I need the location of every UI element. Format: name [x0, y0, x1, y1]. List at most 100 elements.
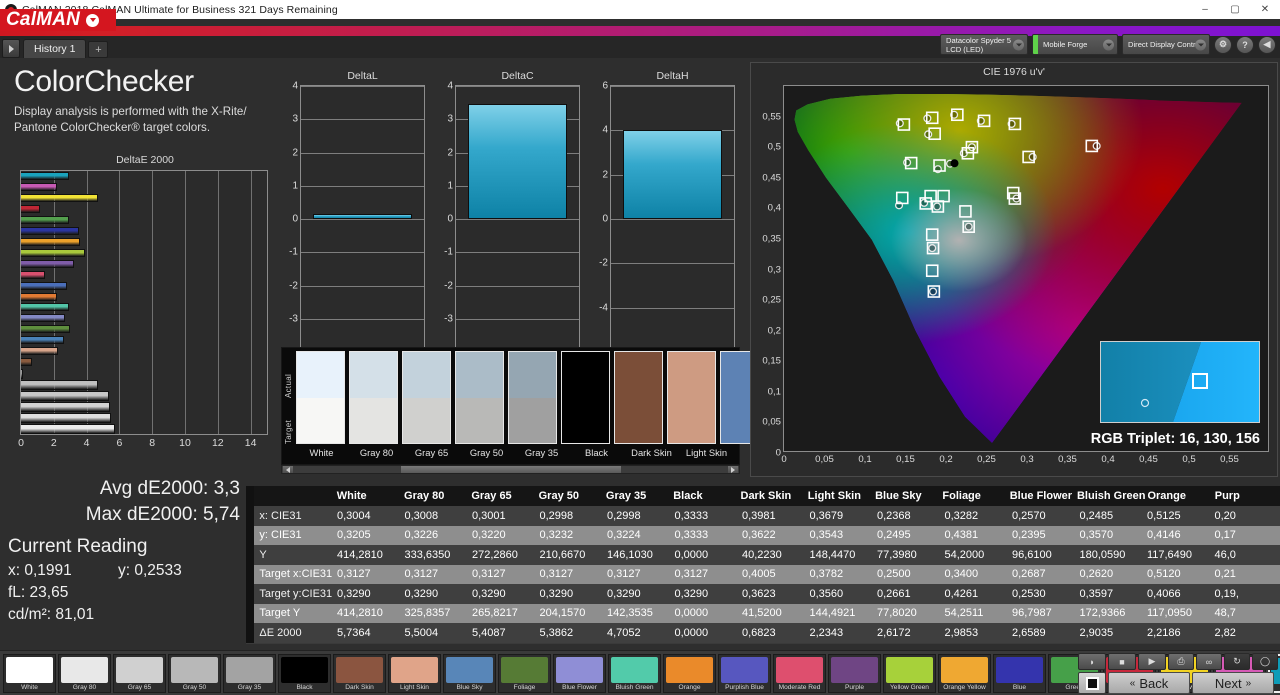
comparison-swatch-cell[interactable]: [455, 351, 504, 444]
patch-swatch-button[interactable]: Blue: [993, 654, 1046, 693]
table-column-header[interactable]: Gray 65: [469, 490, 536, 502]
table-column-header[interactable]: Gray 35: [604, 490, 671, 502]
comparison-swatch-cell[interactable]: [402, 351, 451, 444]
axis-tick-label: -3: [444, 313, 453, 324]
patch-swatch-button[interactable]: Gray 50: [168, 654, 221, 693]
next-button[interactable]: Next »: [1192, 672, 1274, 694]
chart-deltac: DeltaC 43210-1-2-3-4: [455, 70, 580, 353]
calman-logo[interactable]: CalMAN: [0, 9, 116, 31]
meter-icon[interactable]: ◗: [1078, 653, 1106, 670]
save-icon[interactable]: ⎙: [1168, 653, 1194, 670]
settings-gear-icon[interactable]: ⚙: [1214, 36, 1232, 54]
patch-swatch-button[interactable]: Gray 65: [113, 654, 166, 693]
table-row[interactable]: Y414,2810333,6350272,2860210,6670146,103…: [246, 545, 1280, 565]
patch-swatch-button[interactable]: Black: [278, 654, 331, 693]
meter-selector-colorimeter[interactable]: Datacolor Spyder 5 LCD (LED): [940, 34, 1028, 55]
table-column-header[interactable]: Purp: [1213, 490, 1280, 502]
patch-swatch-button[interactable]: Dark Skin: [333, 654, 386, 693]
patch-swatch-button[interactable]: Gray 80: [58, 654, 111, 693]
table-cell: 0,3333: [672, 529, 740, 541]
help-icon[interactable]: ?: [1236, 36, 1254, 54]
circle-icon[interactable]: ◯: [1252, 653, 1278, 670]
patch-color-chip: [61, 657, 108, 683]
measurement-data-table[interactable]: WhiteGray 80Gray 65Gray 50Gray 35BlackDa…: [246, 486, 1280, 644]
table-row[interactable]: x: CIE310,30040,30080,30010,29980,29980,…: [246, 506, 1280, 526]
table-column-header[interactable]: White: [335, 490, 402, 502]
chevron-down-icon[interactable]: [86, 14, 99, 27]
patch-swatch-button[interactable]: Bluish Green: [608, 654, 661, 693]
table-cell: 41,5200: [740, 607, 808, 619]
axis-tick-label: 0,5: [1182, 454, 1195, 465]
gridline: [301, 86, 424, 87]
scroll-right-icon[interactable]: [728, 466, 738, 473]
patch-swatch-button[interactable]: Purple: [828, 654, 881, 693]
patch-swatch-button[interactable]: Purplish Blue: [718, 654, 771, 693]
scrollbar-thumb[interactable]: [401, 466, 621, 473]
swatch-strip-scrollbar[interactable]: [281, 465, 740, 474]
patch-swatch-button[interactable]: Yellow Green: [883, 654, 936, 693]
table-column-header[interactable]: Light Skin: [806, 490, 873, 502]
table-row[interactable]: ΔE 20005,73645,50045,40875,38624,70520,0…: [246, 623, 1280, 643]
actual-color-half: [456, 352, 503, 398]
comparison-swatch-cell[interactable]: [561, 351, 610, 444]
patch-swatch-button[interactable]: Blue Flower: [553, 654, 606, 693]
patch-swatch-button[interactable]: Light Skin: [388, 654, 441, 693]
table-column-header[interactable]: Gray 80: [402, 490, 469, 502]
tab-history-1[interactable]: History 1: [23, 39, 86, 58]
reading-cdm2-value: cd/m²: 81,01: [8, 606, 94, 624]
comparison-swatch-cell[interactable]: [296, 351, 345, 444]
table-row[interactable]: Target x:CIE310,31270,31270,31270,31270,…: [246, 565, 1280, 585]
close-button[interactable]: ✕: [1250, 0, 1280, 19]
chart-bar: [21, 413, 111, 423]
comparison-swatch-cell[interactable]: [508, 351, 557, 444]
patch-swatch-button[interactable]: Gray 35: [223, 654, 276, 693]
chevron-down-icon[interactable]: [1195, 39, 1206, 50]
meter-selector-source[interactable]: Mobile Forge: [1032, 34, 1118, 55]
comparison-swatch-cell[interactable]: [667, 351, 716, 444]
comparison-swatch-cell[interactable]: [614, 351, 663, 444]
table-column-header[interactable]: Foliage: [940, 490, 1007, 502]
table-column-header[interactable]: Dark Skin: [739, 490, 806, 502]
play-icon[interactable]: ▶: [1138, 653, 1166, 670]
patch-swatch-button[interactable]: White: [3, 654, 56, 693]
patch-swatch-button[interactable]: Moderate Red: [773, 654, 826, 693]
chevron-down-icon[interactable]: [1013, 39, 1024, 50]
table-row-label: Target y:CIE31: [254, 588, 335, 600]
table-column-header[interactable]: Bluish Green: [1075, 490, 1145, 502]
table-row[interactable]: Target y:CIE310,32900,32900,32900,32900,…: [246, 584, 1280, 604]
gridline: [301, 319, 424, 320]
table-column-header[interactable]: Orange: [1145, 490, 1212, 502]
minimize-button[interactable]: –: [1190, 0, 1220, 19]
patch-swatch-button[interactable]: Foliage: [498, 654, 551, 693]
tab-nav-button[interactable]: [2, 39, 20, 58]
table-column-header[interactable]: Blue Sky: [873, 490, 940, 502]
table-row[interactable]: Target Y414,2810325,8357265,8217204,1570…: [246, 604, 1280, 624]
back-button[interactable]: « Back: [1108, 672, 1190, 694]
patch-swatch-button[interactable]: Orange Yellow: [938, 654, 991, 693]
axis-tick-label: 4: [84, 437, 90, 449]
table-column-header[interactable]: Black: [671, 490, 738, 502]
table-column-header[interactable]: Blue Flower: [1008, 490, 1075, 502]
target-swatch-button[interactable]: [1078, 672, 1106, 694]
audio-icon[interactable]: ◀: [1258, 36, 1276, 54]
add-tab-button[interactable]: +: [88, 41, 108, 58]
refresh-icon[interactable]: ↻: [1224, 653, 1250, 670]
table-cell: 117,0950: [1145, 607, 1213, 619]
link-icon[interactable]: ∞: [1196, 653, 1222, 670]
chevron-down-icon[interactable]: [1103, 39, 1114, 50]
patch-swatch-button[interactable]: Orange: [663, 654, 716, 693]
scroll-left-icon[interactable]: [283, 466, 293, 473]
table-row-gutter: [246, 545, 254, 565]
table-row[interactable]: y: CIE310,32050,32260,32200,32320,32240,…: [246, 526, 1280, 546]
patch-swatch-button[interactable]: Blue Sky: [443, 654, 496, 693]
comparison-swatch-cell[interactable]: [349, 351, 398, 444]
meter-selector-display-control[interactable]: Direct Display Control: [1122, 34, 1210, 55]
axis-tick-label: 0,3: [1020, 454, 1033, 465]
chart-bar: [21, 249, 85, 257]
comparison-swatch-label: Light Skin: [681, 447, 732, 461]
maximize-button[interactable]: ▢: [1220, 0, 1250, 19]
table-cell: 0,3224: [605, 529, 673, 541]
stop-icon[interactable]: ■: [1108, 653, 1136, 670]
table-column-header[interactable]: Gray 50: [537, 490, 604, 502]
patch-swatch-label: Black: [279, 684, 330, 691]
